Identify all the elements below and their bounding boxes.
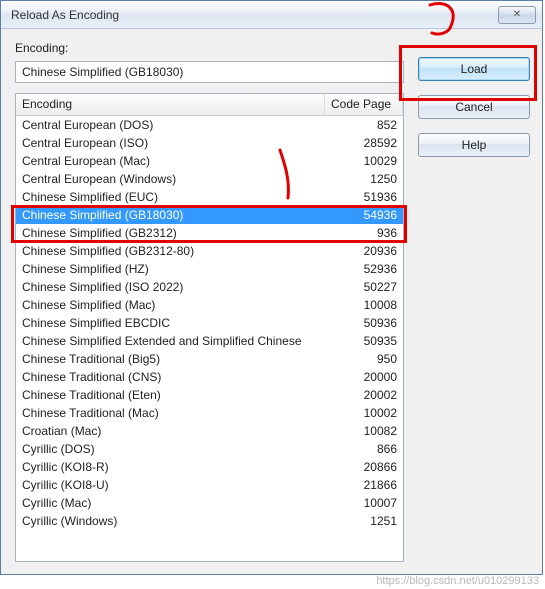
table-row[interactable]: Chinese Traditional (Eten)20002 xyxy=(16,386,403,404)
cell-encoding: Cyrillic (DOS) xyxy=(16,440,341,458)
right-column: Load Cancel Help xyxy=(418,39,530,562)
cell-encoding: Central European (Mac) xyxy=(16,152,341,170)
cell-encoding: Chinese Simplified (Mac) xyxy=(16,296,341,314)
encoding-label: Encoding: xyxy=(15,41,404,55)
table-row[interactable]: Cyrillic (KOI8-R)20866 xyxy=(16,458,403,476)
cell-encoding: Chinese Simplified (GB2312-80) xyxy=(16,242,341,260)
table-row[interactable]: Chinese Simplified (HZ)52936 xyxy=(16,260,403,278)
table-row[interactable]: Chinese Simplified (GB2312)936 xyxy=(16,224,403,242)
table-row[interactable]: Chinese Simplified (EUC)51936 xyxy=(16,188,403,206)
cell-encoding: Chinese Simplified (EUC) xyxy=(16,188,341,206)
cancel-button[interactable]: Cancel xyxy=(418,95,530,119)
cell-codepage: 28592 xyxy=(341,134,403,152)
cell-codepage: 50935 xyxy=(341,332,403,350)
cell-encoding: Cyrillic (KOI8-R) xyxy=(16,458,341,476)
table-row[interactable]: Central European (ISO)28592 xyxy=(16,134,403,152)
cell-codepage: 866 xyxy=(341,440,403,458)
table-header: Encoding Code Page xyxy=(16,94,403,116)
encoding-input[interactable] xyxy=(15,61,404,83)
table-row[interactable]: Central European (Mac)10029 xyxy=(16,152,403,170)
cell-codepage: 51936 xyxy=(341,188,403,206)
cell-codepage: 10029 xyxy=(341,152,403,170)
cell-encoding: Chinese Traditional (Big5) xyxy=(16,350,341,368)
cell-encoding: Chinese Simplified Extended and Simplifi… xyxy=(16,332,341,350)
table-row[interactable]: Chinese Simplified Extended and Simplifi… xyxy=(16,332,403,350)
cell-encoding: Chinese Simplified EBCDIC xyxy=(16,314,341,332)
cell-encoding: Chinese Simplified (ISO 2022) xyxy=(16,278,341,296)
cell-codepage: 20000 xyxy=(341,368,403,386)
left-column: Encoding: Encoding Code Page Central Eur… xyxy=(15,39,404,562)
cell-encoding: Central European (Windows) xyxy=(16,170,341,188)
cell-codepage: 20936 xyxy=(341,242,403,260)
cell-encoding: Croatian (Mac) xyxy=(16,422,341,440)
cell-codepage: 20866 xyxy=(341,458,403,476)
encoding-table: Encoding Code Page Central European (DOS… xyxy=(15,93,404,562)
cell-codepage: 852 xyxy=(341,116,403,134)
cell-codepage: 1250 xyxy=(341,170,403,188)
window-title: Reload As Encoding xyxy=(11,8,119,22)
table-row[interactable]: Chinese Simplified EBCDIC50936 xyxy=(16,314,403,332)
dialog-window: Reload As Encoding ✕ Encoding: Encoding … xyxy=(0,0,543,575)
cell-codepage: 54936 xyxy=(341,206,403,224)
cell-codepage: 950 xyxy=(341,350,403,368)
table-row[interactable]: Central European (DOS)852 xyxy=(16,116,403,134)
help-button[interactable]: Help xyxy=(418,133,530,157)
table-row[interactable]: Croatian (Mac)10082 xyxy=(16,422,403,440)
cell-codepage: 1251 xyxy=(341,512,403,530)
cell-codepage: 20002 xyxy=(341,386,403,404)
cell-codepage: 10082 xyxy=(341,422,403,440)
titlebar: Reload As Encoding ✕ xyxy=(1,1,542,29)
table-row[interactable]: Chinese Simplified (GB18030)54936 xyxy=(16,206,403,224)
table-row[interactable]: Chinese Simplified (ISO 2022)50227 xyxy=(16,278,403,296)
table-row[interactable]: Central European (Windows)1250 xyxy=(16,170,403,188)
dialog-body: Encoding: Encoding Code Page Central Eur… xyxy=(1,29,542,574)
cell-encoding: Chinese Simplified (GB18030) xyxy=(16,206,341,224)
cell-encoding: Chinese Traditional (CNS) xyxy=(16,368,341,386)
cell-codepage: 21866 xyxy=(341,476,403,494)
cell-encoding: Chinese Simplified (GB2312) xyxy=(16,224,341,242)
cell-encoding: Cyrillic (KOI8-U) xyxy=(16,476,341,494)
table-row[interactable]: Chinese Traditional (Mac)10002 xyxy=(16,404,403,422)
cell-codepage: 50227 xyxy=(341,278,403,296)
cell-encoding: Chinese Traditional (Eten) xyxy=(16,386,341,404)
cell-codepage: 10008 xyxy=(341,296,403,314)
close-button[interactable]: ✕ xyxy=(498,6,536,24)
cell-encoding: Chinese Simplified (HZ) xyxy=(16,260,341,278)
cell-encoding: Central European (ISO) xyxy=(16,134,341,152)
cell-encoding: Chinese Traditional (Mac) xyxy=(16,404,341,422)
cell-codepage: 936 xyxy=(341,224,403,242)
cell-codepage: 52936 xyxy=(341,260,403,278)
cell-encoding: Central European (DOS) xyxy=(16,116,341,134)
load-button[interactable]: Load xyxy=(418,57,530,81)
table-body[interactable]: Central European (DOS)852Central Europea… xyxy=(16,116,403,561)
close-icon: ✕ xyxy=(513,9,521,20)
cell-encoding: Cyrillic (Windows) xyxy=(16,512,341,530)
cell-encoding: Cyrillic (Mac) xyxy=(16,494,341,512)
cell-codepage: 10002 xyxy=(341,404,403,422)
table-row[interactable]: Chinese Simplified (Mac)10008 xyxy=(16,296,403,314)
cell-codepage: 10007 xyxy=(341,494,403,512)
table-row[interactable]: Cyrillic (Windows)1251 xyxy=(16,512,403,530)
table-row[interactable]: Cyrillic (KOI8-U)21866 xyxy=(16,476,403,494)
column-header-codepage[interactable]: Code Page xyxy=(325,94,403,115)
table-row[interactable]: Chinese Traditional (CNS)20000 xyxy=(16,368,403,386)
column-header-encoding[interactable]: Encoding xyxy=(16,94,325,115)
table-row[interactable]: Chinese Traditional (Big5)950 xyxy=(16,350,403,368)
cell-codepage: 50936 xyxy=(341,314,403,332)
table-row[interactable]: Chinese Simplified (GB2312-80)20936 xyxy=(16,242,403,260)
table-row[interactable]: Cyrillic (Mac)10007 xyxy=(16,494,403,512)
watermark: https://blog.csdn.net/u010299133 xyxy=(376,575,539,587)
table-row[interactable]: Cyrillic (DOS)866 xyxy=(16,440,403,458)
